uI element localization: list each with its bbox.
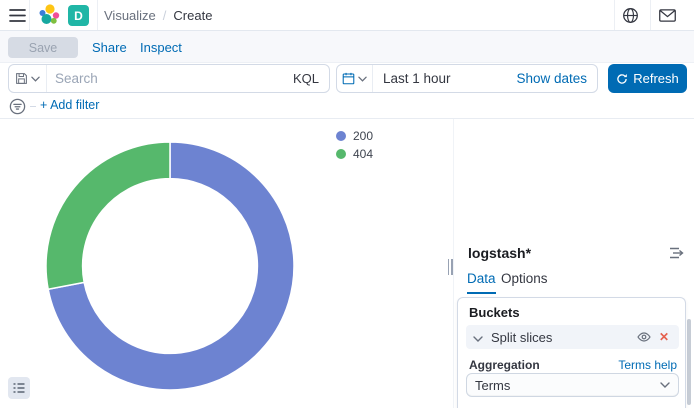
collapse-panel-icon[interactable] <box>669 247 685 261</box>
legend-label: 404 <box>353 147 373 161</box>
search-input[interactable] <box>47 65 293 92</box>
time-picker-group: Last 1 hour Show dates <box>336 64 598 93</box>
save-button[interactable]: Save <box>8 37 78 58</box>
newsfeed-mail-icon[interactable] <box>659 9 676 26</box>
breadcrumb-visualize[interactable]: Visualize <box>104 8 156 23</box>
filter-settings-icon[interactable] <box>9 98 26 115</box>
chevron-down-icon <box>358 76 367 82</box>
topbar-divider <box>97 0 98 30</box>
chevron-down-icon <box>660 382 678 388</box>
save-query-icon <box>15 72 28 85</box>
legend-dot <box>336 131 346 141</box>
buckets-heading: Buckets <box>469 305 520 320</box>
remove-bucket-icon[interactable]: ✕ <box>659 330 669 344</box>
add-filter-button[interactable]: + Add filter <box>40 98 99 112</box>
share-button[interactable]: Share <box>92 31 127 63</box>
legend-dot <box>336 149 346 159</box>
aggregation-label: Aggregation <box>469 358 540 372</box>
topbar-divider <box>29 0 30 30</box>
aggregation-select[interactable]: Terms <box>466 373 679 397</box>
query-language-toggle[interactable]: KQL <box>293 71 329 86</box>
search-bar-group: KQL <box>8 64 330 93</box>
legend-item-404[interactable]: 404 <box>336 147 373 161</box>
toggle-visibility-eye-icon[interactable] <box>637 332 651 342</box>
app-menu-bar: Save Share Inspect <box>0 31 694 63</box>
top-navigation-bar: D Visualize / Create <box>0 0 694 31</box>
legend-label: 200 <box>353 129 373 143</box>
legend-item-200[interactable]: 200 <box>336 129 373 143</box>
buckets-card: Buckets Split slices ✕ Aggregation Terms… <box>457 297 686 408</box>
time-picker-menu-button[interactable] <box>337 65 373 92</box>
chart-legend: 200404 <box>336 129 373 161</box>
menu-hamburger-icon[interactable] <box>9 8 27 23</box>
split-slices-label: Split slices <box>491 330 552 345</box>
refresh-button[interactable]: Refresh <box>608 64 687 93</box>
chevron-down-icon[interactable] <box>473 330 483 345</box>
visualization-content: 200404 logstash* Data Options Buckets Sp… <box>0 119 694 408</box>
terms-help-link[interactable]: Terms help <box>618 358 677 372</box>
index-pattern-title: logstash* <box>468 245 531 261</box>
breadcrumb-create: Create <box>173 8 212 23</box>
query-bar: KQL Last 1 hour Show dates Refresh <box>0 63 694 95</box>
saved-query-menu-button[interactable] <box>9 65 47 92</box>
refresh-label: Refresh <box>633 71 679 86</box>
elastic-logo-icon[interactable] <box>37 3 61 27</box>
inspect-button[interactable]: Inspect <box>140 31 182 63</box>
tab-options[interactable]: Options <box>501 271 548 292</box>
show-dates-button[interactable]: Show dates <box>516 71 597 86</box>
topbar-divider <box>614 0 615 30</box>
list-icon <box>13 382 25 394</box>
split-slices-row[interactable]: Split slices ✕ <box>466 325 679 349</box>
pie-slice-404[interactable] <box>46 142 170 289</box>
kibana-visualize-app: D Visualize / Create Save Share Inspect … <box>0 0 694 408</box>
panel-scrollbar-thumb[interactable] <box>687 319 691 405</box>
donut-chart <box>36 132 304 400</box>
time-range-value[interactable]: Last 1 hour <box>373 71 516 86</box>
refresh-icon <box>616 73 628 85</box>
chevron-down-icon <box>31 76 40 82</box>
space-avatar-badge[interactable]: D <box>68 5 89 26</box>
filter-divider <box>30 106 36 107</box>
topbar-divider <box>650 0 651 30</box>
tab-data[interactable]: Data <box>467 271 496 294</box>
breadcrumb: Visualize / Create <box>104 0 212 30</box>
calendar-icon <box>342 72 355 85</box>
visualization-editor-panel: logstash* Data Options Buckets Split sli… <box>454 238 694 408</box>
help-globe-icon[interactable] <box>622 7 639 24</box>
legend-toggle-button[interactable] <box>8 377 30 399</box>
breadcrumb-separator: / <box>163 8 167 23</box>
filter-bar: + Add filter <box>0 95 694 119</box>
